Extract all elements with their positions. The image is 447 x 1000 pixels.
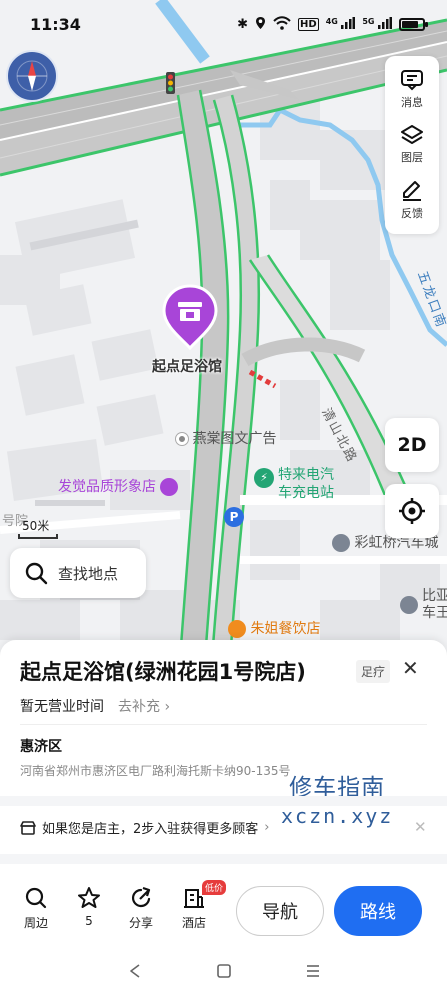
search-icon: [25, 887, 47, 909]
messages-button[interactable]: 消息: [400, 69, 424, 110]
address-text: 河南省郑州市惠济区电厂路利海托斯卡纳90-135号: [20, 764, 291, 778]
navigate-button[interactable]: 导航: [236, 886, 324, 936]
share-button[interactable]: 分享: [119, 886, 163, 931]
crosshair-icon: [399, 498, 425, 524]
owner-claim-banner[interactable]: 如果您是店主，2步入驻获得更多顾客 ›: [20, 818, 269, 837]
layers-button[interactable]: 图层: [400, 124, 424, 165]
star-icon: [78, 887, 100, 908]
poi-label-zhujie[interactable]: 朱姐餐饮店: [228, 618, 320, 638]
map-scale: 50米: [18, 517, 58, 539]
place-title: 起点足浴馆(绿洲花园1号院店): [20, 660, 306, 684]
status-icons: ✱ HD 4G 5G: [237, 15, 428, 33]
battery-icon: [399, 17, 428, 31]
signal-icon: 4G: [326, 16, 356, 32]
supplement-link[interactable]: 去补充 ›: [118, 696, 170, 716]
locate-button[interactable]: [385, 484, 439, 538]
favorite-count: 5: [85, 914, 93, 928]
share-label: 分享: [128, 916, 153, 930]
wifi-icon: [273, 15, 291, 33]
back-icon[interactable]: [127, 963, 143, 983]
scale-label: 50米: [22, 519, 50, 533]
menu-icon[interactable]: [305, 963, 321, 983]
restaurant-icon: [228, 620, 246, 638]
hotel-label: 酒店: [181, 916, 206, 930]
hotel-button[interactable]: 低价 酒店: [172, 880, 227, 931]
car-icon: [332, 534, 350, 552]
system-nav-bar: [0, 946, 447, 1000]
poi-label-faju[interactable]: 发觉品质形象店: [58, 476, 179, 496]
feedback-icon: [403, 180, 421, 201]
view-mode-toggle[interactable]: 2D: [385, 418, 439, 472]
car-icon: [400, 596, 418, 614]
favorite-button[interactable]: 5: [67, 886, 111, 928]
section-gap: [0, 796, 447, 806]
home-icon[interactable]: [216, 963, 232, 983]
charging-icon: ⚡: [254, 468, 274, 488]
share-icon: [132, 886, 151, 908]
close-icon[interactable]: ✕: [402, 656, 419, 680]
scale-bar: [18, 534, 58, 539]
status-bar: 11:34 ✱ HD 4G 5G: [0, 0, 447, 48]
hd-badge: HD: [298, 17, 319, 31]
layers-icon: [401, 125, 423, 145]
marker-title: 起点足浴馆: [152, 359, 222, 375]
chevron-right-icon: ›: [264, 820, 270, 835]
store-icon: [20, 820, 36, 835]
shop-icon: [160, 478, 179, 496]
poi-label-bilong[interactable]: 比亚 车王: [400, 588, 447, 622]
dot-icon: [176, 433, 188, 445]
find-place-button[interactable]: 查找地点: [10, 548, 146, 598]
compass-button[interactable]: [6, 50, 58, 102]
divider: [20, 724, 427, 725]
bluetooth-icon: ✱: [237, 16, 249, 32]
low-price-badge: 低价: [202, 880, 227, 895]
route-button[interactable]: 路线: [334, 886, 422, 936]
feedback-button[interactable]: 反馈: [400, 180, 424, 221]
signal-icon: 5G: [362, 16, 392, 32]
action-bar: 周边 5 分享 低价 酒店 导航 路线: [0, 880, 447, 946]
find-place-label: 查找地点: [58, 564, 119, 583]
map-tool-panel: 消息 图层 反馈: [385, 56, 439, 234]
poi-label-charging[interactable]: ⚡ 特来电汽 车充电站: [254, 466, 334, 502]
nearby-label: 周边: [23, 916, 48, 930]
place-marker-pin[interactable]: [162, 284, 218, 350]
search-icon: [25, 562, 48, 585]
section-gap: [0, 854, 447, 864]
category-tag: 足疗: [356, 660, 391, 683]
close-banner-icon[interactable]: ✕: [414, 818, 427, 836]
chevron-right-icon: ›: [164, 699, 171, 715]
district-name: 惠济区: [20, 739, 62, 755]
opening-hours: 暂无营业时间: [20, 699, 104, 715]
location-icon: [255, 16, 266, 33]
layers-label: 图层: [401, 151, 423, 165]
messages-label: 消息: [401, 96, 423, 110]
poi-label-yantang[interactable]: 燕棠图文广告: [176, 428, 276, 448]
parking-icon[interactable]: P: [224, 507, 244, 527]
compass-icon: [16, 60, 48, 92]
message-icon: [401, 70, 423, 91]
nearby-button[interactable]: 周边: [14, 886, 58, 931]
status-time: 11:34: [30, 14, 81, 34]
feedback-label: 反馈: [401, 206, 423, 220]
